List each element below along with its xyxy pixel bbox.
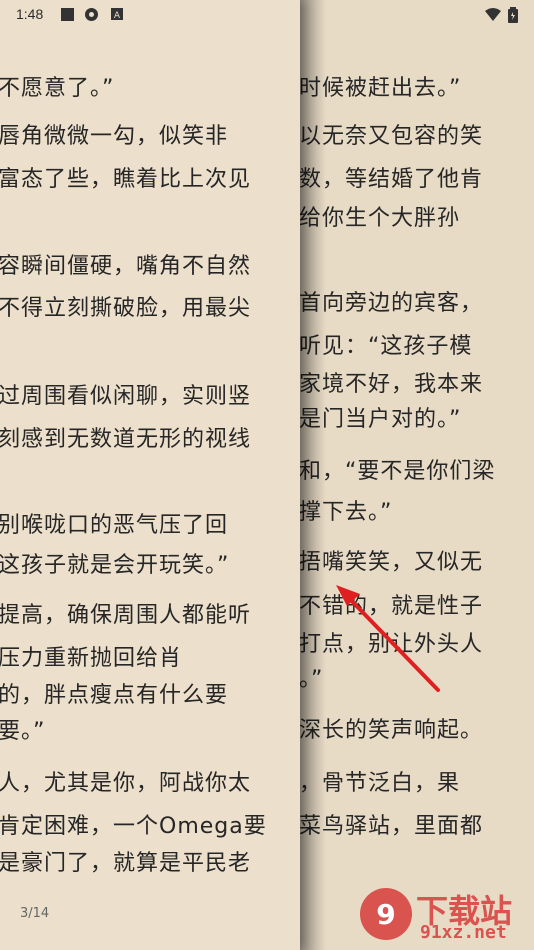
text-line: 不得立刻撕破脸，用最尖 bbox=[0, 296, 252, 321]
text-line: 以无奈又包容的笑 bbox=[299, 124, 484, 149]
text-line: 菜鸟驿站，里面都 bbox=[299, 814, 484, 839]
text-line: 和，“要不是你们梁 bbox=[299, 459, 496, 484]
text-line: 不错的，就是性子 bbox=[299, 594, 484, 619]
text-line: 打点，别让外头人 bbox=[299, 632, 484, 657]
text-line: 不愿意了。” bbox=[0, 76, 115, 101]
text-line: 人，尤其是你，阿战你太 bbox=[0, 771, 252, 796]
text-line: 富态了些，瞧着比上次见 bbox=[0, 167, 252, 192]
text-line: 的，胖点瘦点有什么要 bbox=[0, 683, 229, 708]
text-line: 深长的笑声响起。 bbox=[299, 718, 484, 743]
text-line: 捂嘴笑笑，又似无 bbox=[299, 550, 484, 575]
text-line: 是豪门了，就算是平民老 bbox=[0, 851, 252, 876]
text-line: 这孩子就是会开玩笑。” bbox=[0, 553, 230, 578]
status-time: 1:48 bbox=[16, 6, 44, 22]
a-icon: A bbox=[110, 7, 125, 22]
text-line: 唇角微微一勾，似笑非 bbox=[0, 124, 229, 149]
text-line: 首向旁边的宾客， bbox=[299, 291, 484, 316]
page-number: 3/14 bbox=[20, 906, 50, 921]
status-bar: 1:48 A bbox=[0, 0, 534, 30]
text-line: 数，等结婚了他肯 bbox=[299, 167, 484, 192]
watermark: 9 下载站 91xz.net bbox=[358, 884, 528, 946]
text-line: 肯定困难，一个Omega要 bbox=[0, 814, 267, 839]
page-curl-shadow bbox=[300, 0, 326, 950]
text-line: 提高，确保周围人都能听 bbox=[0, 603, 252, 628]
watermark-logo-icon: 9 bbox=[360, 888, 412, 940]
svg-text:9: 9 bbox=[376, 898, 395, 931]
text-line: 过周围看似闲聊，实则竖 bbox=[0, 384, 252, 409]
current-page[interactable]: 不愿意了。” 唇角微微一勾，似笑非 富态了些，瞧着比上次见 容瞬间僵硬，嘴角不自… bbox=[0, 0, 300, 950]
watermark-url: 91xz.net bbox=[420, 922, 507, 943]
text-line: 压力重新抛回给肖 bbox=[0, 646, 183, 671]
svg-text:A: A bbox=[114, 11, 121, 21]
notification-square-icon bbox=[60, 7, 75, 22]
battery-icon bbox=[508, 7, 518, 23]
app-icon bbox=[84, 7, 99, 22]
text-line: 要。” bbox=[0, 719, 46, 744]
text-line: 容瞬间僵硬，嘴角不自然 bbox=[0, 254, 252, 279]
text-line: 刻感到无数道无形的视线 bbox=[0, 427, 252, 452]
wifi-icon bbox=[484, 7, 502, 22]
text-line: 家境不好，我本来 bbox=[299, 372, 484, 397]
text-line: 别喉咙口的恶气压了回 bbox=[0, 513, 229, 538]
